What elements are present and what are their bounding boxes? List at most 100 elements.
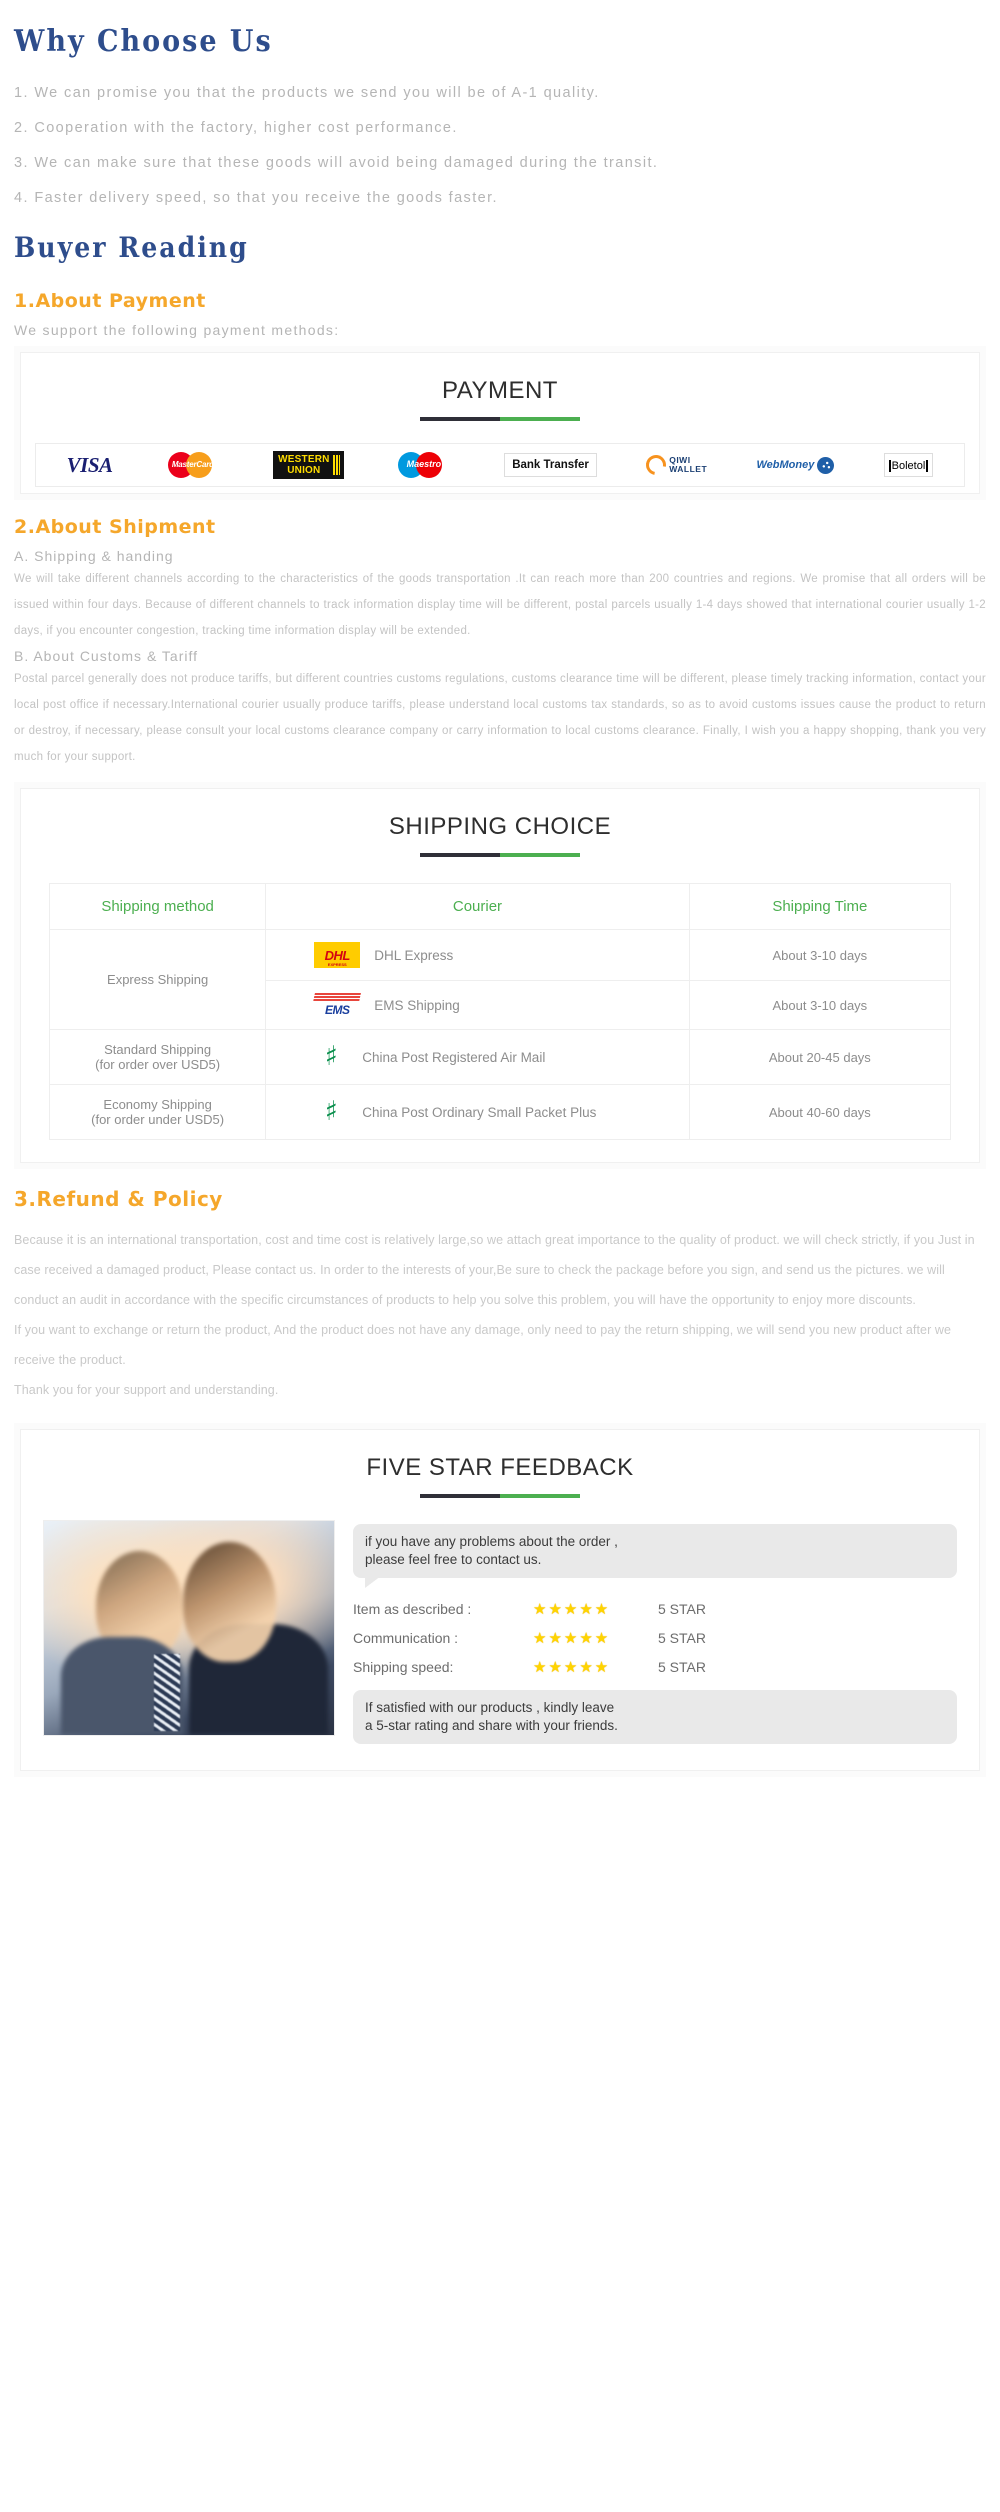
rating-bubble-line1: If satisfied with our products , kindly … (365, 1700, 615, 1715)
about-payment-title: 1.About Payment (14, 290, 206, 312)
boleto-logo: Boletol (883, 453, 934, 477)
feedback-body: if you have any problems about the order… (21, 1498, 979, 1744)
maestro-logo-text: Maestro (406, 459, 442, 469)
photo-tie (154, 1653, 181, 1731)
cell-shipping-method: Express Shipping (48, 929, 267, 1030)
cell-courier: ♯ China Post Ordinary Small Packet Plus (265, 1084, 690, 1140)
shipping-choice-table: Shipping method Courier Shipping Time Ex… (48, 883, 952, 1140)
western-union-logo: WESTERN UNION (273, 451, 344, 479)
method-line1: Economy Shipping (103, 1097, 212, 1112)
shipping-handling-body: We will take different channels accordin… (14, 573, 986, 637)
bank-transfer-logo: Bank Transfer (504, 453, 597, 477)
china-post-logo: ♯ (324, 1096, 338, 1127)
refund-policy-section: 3.Refund & Policy Because it is an inter… (0, 1187, 1000, 1405)
visa-logo: VISA (67, 453, 113, 478)
column-header-shipping-time: Shipping Time (688, 883, 952, 930)
feedback-card-title: FIVE STAR FEEDBACK (366, 1454, 634, 1481)
cell-shipping-time: About 20-45 days (688, 1029, 952, 1085)
rating-value: 5 STAR (658, 1630, 706, 1646)
payment-card-title: PAYMENT (442, 377, 558, 404)
method-line1: Standard Shipping (104, 1042, 212, 1057)
cell-courier: EMS EMS Shipping (265, 980, 690, 1030)
china-post-logo: ♯ (324, 1041, 338, 1072)
qiwi-wallet-logo: QIWI WALLET (642, 451, 708, 479)
why-choose-us-section: Why Choose Us 1. We can promise you that… (0, 0, 1000, 206)
rating-value: 5 STAR (658, 1659, 706, 1675)
about-shipment-section: 2.About Shipment A. Shipping & handing W… (0, 494, 1000, 770)
photo-suit-right (189, 1623, 329, 1735)
contact-bubble-line1: if you have any problems about the order… (365, 1534, 618, 1549)
refund-paragraph: If you want to exchange or return the pr… (14, 1323, 952, 1367)
rule-green-segment (500, 1494, 580, 1498)
cell-shipping-time: About 3-10 days (688, 929, 952, 981)
why-choose-us-item: 3. We can make sure that these goods wil… (14, 155, 659, 171)
payment-card: PAYMENT VISA MasterCard WESTERN UNION Ma… (20, 352, 980, 494)
customs-tariff-body: Postal parcel generally does not produce… (14, 673, 986, 763)
leave-rating-bubble: If satisfied with our products , kindly … (353, 1690, 957, 1744)
rating-row: Item as described : ★★★★★ 5 STAR (353, 1600, 957, 1618)
method-line2: (for order over USD5) (95, 1057, 221, 1072)
rating-value: 5 STAR (658, 1601, 706, 1617)
boleto-text: Boletol (888, 460, 929, 472)
star-rating-icon: ★★★★★ (533, 1659, 611, 1676)
star-rating-icon: ★★★★★ (533, 1601, 611, 1618)
refund-paragraph: Thank you for your support and understan… (14, 1383, 279, 1397)
rule-dark-segment (420, 1494, 500, 1498)
cell-shipping-time: About 3-10 days (688, 980, 952, 1030)
ems-logo: EMS (313, 993, 362, 1017)
courier-name: China Post Ordinary Small Packet Plus (362, 1104, 597, 1120)
about-payment-subtitle: We support the following payment methods… (14, 322, 340, 338)
qiwi-circle-icon (642, 451, 671, 479)
webmoney-text: WebMoney (756, 459, 815, 471)
shipping-title-rule (420, 853, 580, 857)
cell-courier: ♯ China Post Registered Air Mail (265, 1029, 690, 1085)
buyer-reading-section: Buyer Reading 1.About Payment We support… (0, 225, 1000, 338)
payment-logo-strip: VISA MasterCard WESTERN UNION Maestro Ba (35, 443, 965, 487)
buyer-reading-title: Buyer Reading (14, 231, 249, 264)
businessmen-photo (43, 1520, 335, 1736)
dhl-logo-subtext: EXPRESS (327, 962, 347, 967)
table-row: Standard Shipping (for order over USD5) … (48, 1029, 952, 1085)
table-header-row: Shipping method Courier Shipping Time (48, 883, 952, 930)
rule-dark-segment (420, 853, 500, 857)
table-row: Economy Shipping (for order under USD5) … (48, 1084, 952, 1140)
cell-shipping-method: Standard Shipping (for order over USD5) (48, 1029, 267, 1085)
courier-name: China Post Registered Air Mail (362, 1049, 546, 1065)
cell-shipping-time: About 40-60 days (688, 1084, 952, 1140)
western-union-line2: UNION (287, 465, 321, 476)
refund-paragraph: Because it is an international transport… (14, 1233, 975, 1307)
why-choose-us-item: 2. Cooperation with the factory, higher … (14, 120, 458, 136)
rule-green-segment (500, 853, 580, 857)
rating-label: Communication : (353, 1630, 459, 1646)
cell-shipping-method: Economy Shipping (for order under USD5) (48, 1084, 267, 1140)
mastercard-logo-text: MasterCard (171, 460, 214, 469)
bank-transfer-text: Bank Transfer (504, 453, 597, 477)
refund-policy-title: 3.Refund & Policy (14, 1187, 223, 1211)
rule-green-segment (500, 417, 580, 421)
qiwi-line2: WALLET (669, 464, 708, 474)
rule-dark-segment (420, 417, 500, 421)
dhl-logo: DHL EXPRESS (314, 942, 361, 968)
ems-stripes (313, 993, 362, 1002)
star-rating-icon: ★★★★★ (533, 1630, 611, 1647)
why-choose-us-item: 4. Faster delivery speed, so that you re… (14, 190, 498, 206)
contact-bubble-line2: please feel free to contact us. (365, 1552, 542, 1567)
method-line2: (for order under USD5) (91, 1112, 225, 1127)
webmoney-logo: WebMoney (756, 456, 835, 474)
courier-name: EMS Shipping (374, 997, 460, 1013)
why-choose-us-title: Why Choose Us (14, 24, 273, 59)
feedback-title-rule (420, 1494, 580, 1498)
rating-list: Item as described : ★★★★★ 5 STAR Communi… (353, 1600, 957, 1676)
ems-logo-text: EMS (324, 1003, 350, 1017)
feedback-right-column: if you have any problems about the order… (353, 1520, 957, 1744)
maestro-logo: Maestro (393, 451, 455, 479)
rating-row: Communication : ★★★★★ 5 STAR (353, 1629, 957, 1647)
feedback-card: FIVE STAR FEEDBACK if you have any probl… (20, 1429, 980, 1771)
why-choose-us-item: 1. We can promise you that the products … (14, 85, 600, 101)
webmoney-globe-icon (817, 456, 835, 474)
column-header-courier: Courier (265, 883, 690, 930)
mastercard-logo: MasterCard (162, 450, 224, 480)
shipping-choice-card: SHIPPING CHOICE Shipping method Courier … (20, 788, 980, 1163)
rating-row: Shipping speed: ★★★★★ 5 STAR (353, 1658, 957, 1676)
courier-name: DHL Express (374, 947, 454, 963)
